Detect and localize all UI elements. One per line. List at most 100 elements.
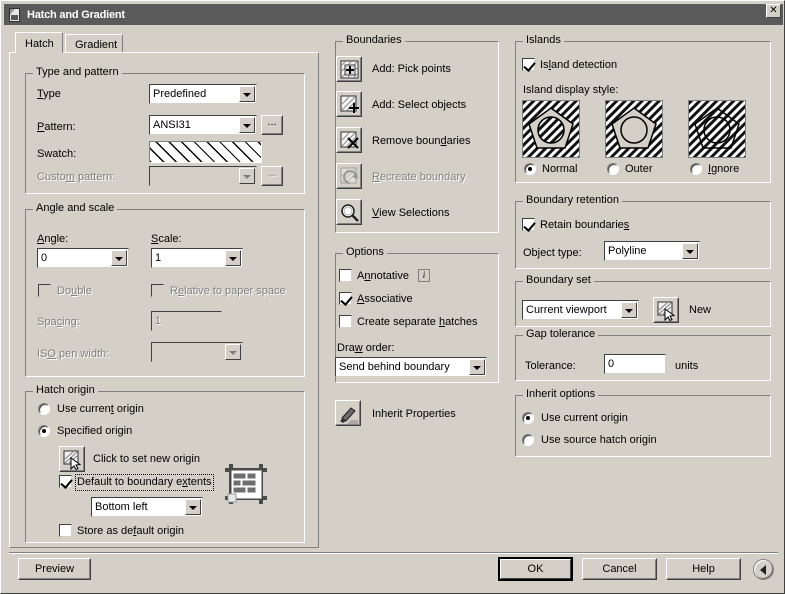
annotative-checkbox[interactable] xyxy=(339,269,352,282)
angle-label: Angle: xyxy=(37,233,69,245)
tolerance-field[interactable]: 0 xyxy=(604,354,666,374)
retain-boundaries-label: Retain boundaries xyxy=(540,219,630,231)
radio-inherit-use-source-hatch-origin[interactable] xyxy=(522,434,534,446)
island-detection-label: Island detection xyxy=(540,59,618,71)
ok-button[interactable]: OK xyxy=(498,557,573,581)
radio-use-current-origin[interactable] xyxy=(38,403,50,415)
custom-pattern-label: Custom pattern: xyxy=(37,171,116,183)
pattern-swatch[interactable] xyxy=(149,141,262,163)
radio-island-normal[interactable] xyxy=(524,163,536,175)
group-title-type-and-pattern: Type and pattern xyxy=(33,67,122,78)
draw-order-combo[interactable]: Send behind boundary xyxy=(335,357,487,377)
island-outer-tile[interactable] xyxy=(605,100,663,158)
group-title-boundaries: Boundaries xyxy=(343,35,405,46)
boundary-set-value: Current viewport xyxy=(526,304,607,316)
new-boundary-set-button[interactable] xyxy=(653,297,679,323)
chevron-down-icon[interactable] xyxy=(239,117,255,133)
default-to-boundary-extents-label: Default to boundary extents xyxy=(75,474,214,491)
group-title-hatch-origin: Hatch origin xyxy=(33,385,98,396)
chevron-down-icon xyxy=(225,344,241,360)
group-title-inherit-options: Inherit options xyxy=(523,389,599,400)
spacing-label: Spacing: xyxy=(37,316,80,328)
inherit-use-current-origin-label: Use current origin xyxy=(541,412,628,424)
recreate-boundary-label: Recreate boundary xyxy=(372,171,466,183)
tab-hatch[interactable]: Hatch xyxy=(15,32,63,53)
radio-inherit-use-current-origin[interactable] xyxy=(522,412,534,424)
island-normal-tile[interactable] xyxy=(522,100,580,158)
object-type-combo[interactable]: Polyline xyxy=(604,241,700,261)
remove-boundaries-icon xyxy=(340,131,359,149)
chevron-down-icon[interactable] xyxy=(185,499,201,515)
island-outer-icon xyxy=(606,101,662,157)
angle-combo[interactable]: 0 xyxy=(37,248,129,268)
pattern-browse-button[interactable]: ... xyxy=(261,115,283,135)
create-separate-hatches-label: Create separate hatches xyxy=(357,316,478,328)
island-detection-checkbox[interactable] xyxy=(522,58,535,71)
radio-island-ignore[interactable] xyxy=(690,163,702,175)
chevron-down-icon[interactable] xyxy=(682,243,698,259)
inherit-use-source-hatch-origin-label: Use source hatch origin xyxy=(541,434,657,446)
store-as-default-origin-label: Store as default origin xyxy=(77,525,185,537)
preview-button[interactable]: Preview xyxy=(18,558,91,580)
pattern-combo-value: ANSI31 xyxy=(153,119,191,131)
footer-divider xyxy=(9,552,778,554)
store-as-default-origin-checkbox[interactable] xyxy=(59,524,72,537)
boundary-set-combo[interactable]: Current viewport xyxy=(522,300,639,320)
angle-value: 0 xyxy=(41,252,48,264)
expand-less-arrow-icon[interactable] xyxy=(753,559,774,580)
retain-boundaries-checkbox[interactable] xyxy=(522,218,535,231)
island-ignore-tile[interactable] xyxy=(688,100,746,158)
associative-label: Associative xyxy=(357,293,413,305)
add-select-objects-button[interactable] xyxy=(336,91,362,117)
extents-corner-combo[interactable]: Bottom left xyxy=(91,497,203,517)
chevron-down-icon[interactable] xyxy=(225,250,241,266)
specified-origin-label: Specified origin xyxy=(57,425,133,437)
object-type-value: Polyline xyxy=(608,245,647,257)
draw-order-value: Send behind boundary xyxy=(339,361,450,373)
ok-label: OK xyxy=(527,563,544,575)
island-display-style-label: Island display style: xyxy=(523,84,619,96)
remove-boundaries-button[interactable] xyxy=(336,127,362,153)
radio-specified-origin[interactable] xyxy=(38,425,50,437)
pattern-combo[interactable]: ANSI31 xyxy=(149,115,257,135)
info-icon[interactable]: i xyxy=(418,269,430,282)
cancel-button[interactable]: Cancel xyxy=(582,558,657,580)
extents-corner-value: Bottom left xyxy=(95,501,148,513)
type-combo[interactable]: Predefined xyxy=(149,84,257,104)
scale-value: 1 xyxy=(155,252,162,264)
group-title-angle-and-scale: Angle and scale xyxy=(33,203,118,214)
brick-extents-icon xyxy=(225,464,267,504)
radio-island-outer[interactable] xyxy=(607,163,619,175)
click-to-set-new-origin-button[interactable] xyxy=(59,446,85,472)
tolerance-units-label: units xyxy=(675,360,699,372)
add-pick-points-button[interactable] xyxy=(336,56,362,82)
titlebar[interactable]: Hatch and Gradient xyxy=(4,4,783,25)
type-combo-value: Predefined xyxy=(153,88,207,100)
view-selections-button[interactable] xyxy=(336,199,362,225)
add-select-objects-icon xyxy=(340,95,359,113)
double-label: Double xyxy=(57,285,92,297)
help-button[interactable]: Help xyxy=(666,558,741,580)
iso-pen-width-label: ISO pen width: xyxy=(37,348,110,360)
inherit-properties-button[interactable] xyxy=(335,400,361,426)
swatch-label: Swatch: xyxy=(37,148,77,160)
associative-checkbox[interactable] xyxy=(339,292,352,305)
tab-gradient[interactable]: Gradient xyxy=(65,34,123,53)
chevron-down-icon[interactable] xyxy=(239,86,255,102)
group-title-boundary-retention: Boundary retention xyxy=(523,195,622,206)
click-to-set-new-origin-label: Click to set new origin xyxy=(93,453,200,465)
chevron-down-icon[interactable] xyxy=(469,359,485,375)
inherit-properties-label: Inherit Properties xyxy=(372,408,456,420)
custom-pattern-combo xyxy=(149,166,257,186)
new-boundary-set-label: New xyxy=(689,304,712,316)
create-separate-hatches-checkbox[interactable] xyxy=(339,315,352,328)
default-to-boundary-extents-checkbox[interactable] xyxy=(59,475,72,488)
chevron-down-icon xyxy=(239,168,255,184)
relative-to-paper-space-label: Relative to paper space xyxy=(170,285,286,297)
add-pick-points-label: Add: Pick points xyxy=(372,63,451,75)
chevron-down-icon[interactable] xyxy=(111,250,127,266)
add-select-objects-label: Add: Select objects xyxy=(372,99,467,111)
scale-combo[interactable]: 1 xyxy=(151,248,243,268)
chevron-down-icon[interactable] xyxy=(621,302,637,318)
close-icon[interactable]: ✕ xyxy=(766,4,781,18)
